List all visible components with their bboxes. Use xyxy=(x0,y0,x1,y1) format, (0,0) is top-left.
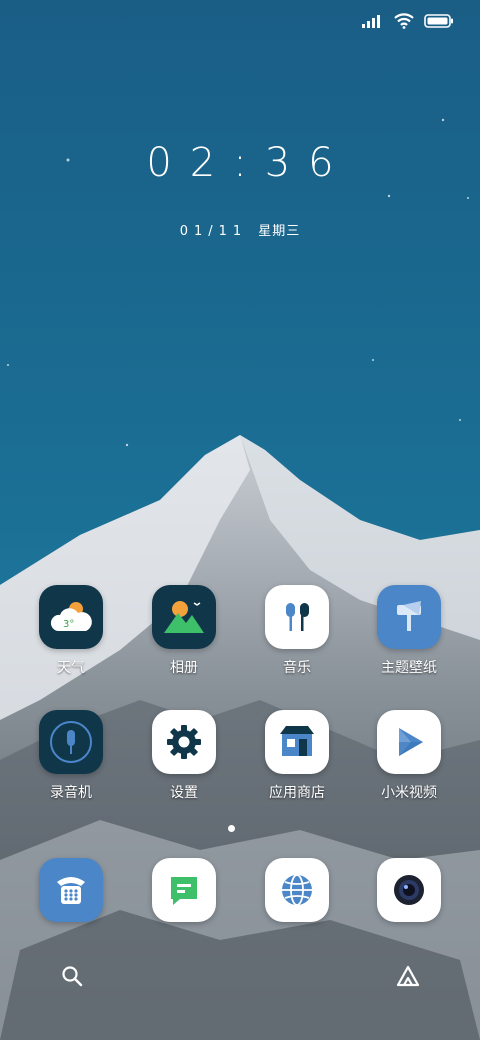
recorder-icon xyxy=(39,710,103,774)
app-video[interactable]: 小米视频 xyxy=(361,710,457,802)
wifi-icon xyxy=(394,13,414,29)
assistant-button[interactable] xyxy=(394,962,422,990)
app-label: 设置 xyxy=(170,785,198,801)
gear-icon xyxy=(152,710,216,774)
app-weather[interactable]: 3° 天气 xyxy=(23,585,119,677)
search-icon xyxy=(62,966,83,987)
app-store[interactable]: 应用商店 xyxy=(249,710,345,802)
date-day: 01/11 xyxy=(179,224,248,239)
app-label: 天气 xyxy=(57,660,85,676)
store-icon xyxy=(265,710,329,774)
app-label: 小米视频 xyxy=(381,785,437,801)
themes-icon xyxy=(377,585,441,649)
assistant-icon xyxy=(396,965,420,987)
gallery-icon xyxy=(152,585,216,649)
svg-text:3°: 3° xyxy=(63,619,74,630)
lock-clock: 02:36 xyxy=(146,140,352,186)
camera-icon xyxy=(377,858,441,922)
phone-icon xyxy=(39,858,103,922)
app-themes[interactable]: 主题壁纸 xyxy=(361,585,457,677)
app-recorder[interactable]: 录音机 xyxy=(23,710,119,802)
app-gallery[interactable]: 相册 xyxy=(136,585,232,677)
weather-icon: 3° xyxy=(39,585,103,649)
app-label: 音乐 xyxy=(283,660,311,676)
globe-icon xyxy=(265,858,329,922)
app-label: 应用商店 xyxy=(269,785,325,801)
app-music[interactable]: 音乐 xyxy=(249,585,345,677)
status-bar xyxy=(362,10,454,32)
dock-phone[interactable] xyxy=(23,858,119,922)
date-line: 01/11 星期三 xyxy=(0,220,480,239)
dock-camera[interactable] xyxy=(361,858,457,922)
date-weekday: 星期三 xyxy=(258,224,301,239)
app-label: 主题壁纸 xyxy=(381,660,437,676)
video-play-icon xyxy=(377,710,441,774)
app-label: 相册 xyxy=(170,660,198,676)
app-settings[interactable]: 设置 xyxy=(136,710,232,802)
app-label: 录音机 xyxy=(50,785,92,801)
message-icon xyxy=(152,858,216,922)
dock-browser[interactable] xyxy=(249,858,345,922)
search-button[interactable] xyxy=(58,962,86,990)
signal-icon xyxy=(362,15,380,28)
battery-icon xyxy=(424,14,453,28)
dock-messages[interactable] xyxy=(136,858,232,922)
page-indicator xyxy=(228,825,235,832)
music-icon xyxy=(265,585,329,649)
